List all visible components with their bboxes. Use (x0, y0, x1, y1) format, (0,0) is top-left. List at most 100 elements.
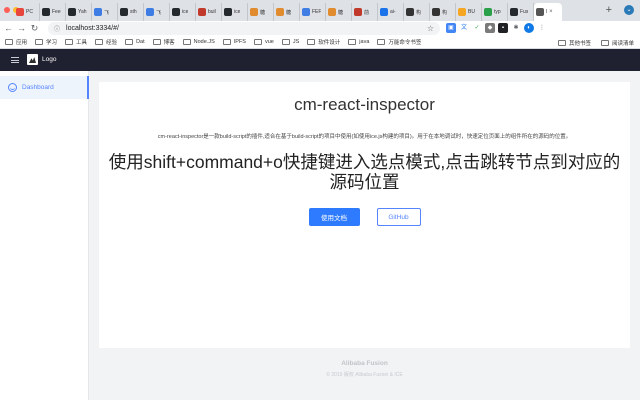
profile-avatar[interactable]: ◐ (524, 23, 534, 33)
bookmark-item[interactable]: 软件设计 (307, 38, 340, 46)
browser-tab[interactable]: 飞 (92, 3, 118, 21)
logo-text[interactable]: Logo (42, 56, 56, 63)
browser-tab[interactable]: ice (170, 3, 196, 21)
close-tab-icon[interactable]: × (549, 9, 553, 15)
folder-icon (348, 39, 357, 45)
extension-icon[interactable]: ▪ (498, 23, 508, 33)
bookmark-item[interactable]: 万能命令书签 (377, 38, 421, 46)
bookmark-label: 博客 (163, 40, 175, 46)
bu-icon (458, 8, 466, 16)
browser-tab[interactable]: 飞 (144, 3, 170, 21)
browser-tab[interactable]: PC (14, 3, 40, 21)
more-menu-icon[interactable]: ⋮ (537, 23, 547, 33)
diamond-icon (94, 8, 102, 16)
browser-tab[interactable]: ai- (378, 3, 404, 21)
tab-title: 构 (442, 9, 448, 16)
close-window-button[interactable] (4, 7, 10, 13)
footer-brand: Alibaba Fusion (341, 360, 388, 367)
diamond-icon (146, 8, 154, 16)
browser-tab[interactable]: 前 (352, 3, 378, 21)
bookmark-label: java (359, 39, 370, 45)
bookmark-item[interactable]: java (348, 39, 369, 45)
bookmark-label: 阅读清单 (611, 40, 634, 47)
bookmark-item[interactable]: 应用 (5, 38, 27, 46)
browser-tab[interactable]: sth (118, 3, 144, 21)
forward-arrow-icon[interactable]: → (15, 21, 28, 36)
sf-icon (328, 8, 336, 16)
folder-icon (281, 39, 290, 45)
url-text[interactable]: localhost:3334/#/ (66, 25, 119, 32)
diamond-icon (302, 8, 310, 16)
bookmark-item[interactable]: Node.JS (182, 39, 215, 45)
browser-tab[interactable]: 糖 (274, 3, 300, 21)
translate-icon[interactable]: 文 (459, 23, 469, 33)
tab-title: BU (468, 9, 475, 15)
menu-toggle-icon[interactable] (11, 56, 19, 64)
sidebar-item-dashboard[interactable]: Dashboard (0, 76, 89, 99)
folder-icon (557, 39, 566, 46)
other-bookmarks[interactable]: 其他书签 (557, 39, 591, 47)
tab-strip: PC Fee Yah 飞 sth 飞 ice buil ice 糖 糖 FEF 糖 前 ai- 构 构 BU typ… (14, 3, 606, 21)
bookmark-star-icon[interactable]: ☆ (427, 24, 434, 33)
bookmark-item[interactable]: 博客 (152, 38, 175, 46)
browser-tab[interactable]: buil (196, 3, 222, 21)
browser-tab[interactable]: 构 (430, 3, 456, 21)
github-icon (172, 8, 180, 16)
puzzle-icon[interactable]: ✱ (511, 23, 521, 33)
browser-tab[interactable]: Fus (508, 3, 534, 21)
bookmarks-bar: 应用 学习 工具 经验 Dat 博客 Node.JS IPFS vue JS 软件设计 java 万能命… (0, 36, 640, 49)
bookmark-item[interactable]: 工具 (65, 38, 87, 46)
browser-tab[interactable]: BU (456, 3, 482, 21)
reading-list[interactable]: 阅读清单 (600, 39, 634, 47)
folder-icon (152, 39, 161, 45)
info-icon[interactable]: ⓘ (54, 24, 60, 33)
check-icon[interactable]: ✓ (472, 23, 482, 33)
folder-icon (182, 39, 191, 45)
tab-title: sth (130, 9, 137, 15)
bookmark-label: vue (264, 39, 274, 45)
extension-icon[interactable]: ◆ (485, 23, 495, 33)
bookmark-label: 其他书签 (568, 40, 591, 47)
browser-tab[interactable]: Fee (40, 3, 66, 21)
browser-tab[interactable]: 糖 (326, 3, 352, 21)
back-arrow-icon[interactable]: ← (2, 21, 15, 36)
bookmark-item[interactable]: vue (253, 39, 274, 45)
browser-tab[interactable]: ice (222, 3, 248, 21)
bookmark-item[interactable]: IPFS (222, 39, 246, 45)
extension-icon[interactable]: ▣ (446, 23, 456, 33)
browser-tab[interactable]: Yah (66, 3, 92, 21)
ai-icon (380, 8, 388, 16)
bookmark-item[interactable]: JS (281, 39, 299, 45)
page-title: cm-react-inspector (294, 95, 435, 114)
reading-list-icon (600, 39, 609, 46)
browser-tab[interactable]: typ (482, 3, 508, 21)
tab-title: Fee (52, 9, 61, 15)
browser-tab[interactable]: 构 (404, 3, 430, 21)
github-icon (68, 8, 76, 16)
github-icon (510, 8, 518, 16)
reload-icon[interactable]: ↻ (28, 21, 41, 36)
tab-title: ice (234, 9, 241, 15)
tab-title: 糖 (338, 9, 344, 16)
browser-tab[interactable]: 糖 (248, 3, 274, 21)
tab-title: typ (494, 9, 501, 15)
github-button[interactable]: GitHub (376, 208, 421, 226)
umbrella-icon (432, 8, 440, 16)
address-bar[interactable]: ⓘ localhost:3334/#/ ☆ (48, 22, 440, 35)
bookmark-item[interactable]: Dat (125, 39, 145, 45)
sidebar-item-label: Dashboard (22, 84, 54, 91)
shortcut-hint: 使用shift+command+o快捷键进入选点模式,点击跳转节点到对应的源码位… (108, 152, 621, 192)
bookmark-item[interactable]: 经验 (95, 38, 117, 46)
folder-icon (95, 39, 104, 45)
logo-image[interactable] (27, 54, 38, 65)
docs-button[interactable]: 使用文档 (308, 208, 360, 226)
bookmark-item[interactable]: 学习 (35, 38, 57, 46)
bookmark-label: 万能命令书签 (388, 40, 422, 46)
tab-title: 飞 (104, 9, 110, 16)
chrome-icon (536, 8, 544, 16)
new-tab-button[interactable]: + (606, 4, 612, 16)
tab-search-icon[interactable]: ⌄ (624, 5, 634, 15)
browser-tab[interactable]: l × (534, 3, 562, 21)
browser-tab[interactable]: FEF (300, 3, 326, 21)
bookmark-label: Dat (136, 39, 145, 45)
